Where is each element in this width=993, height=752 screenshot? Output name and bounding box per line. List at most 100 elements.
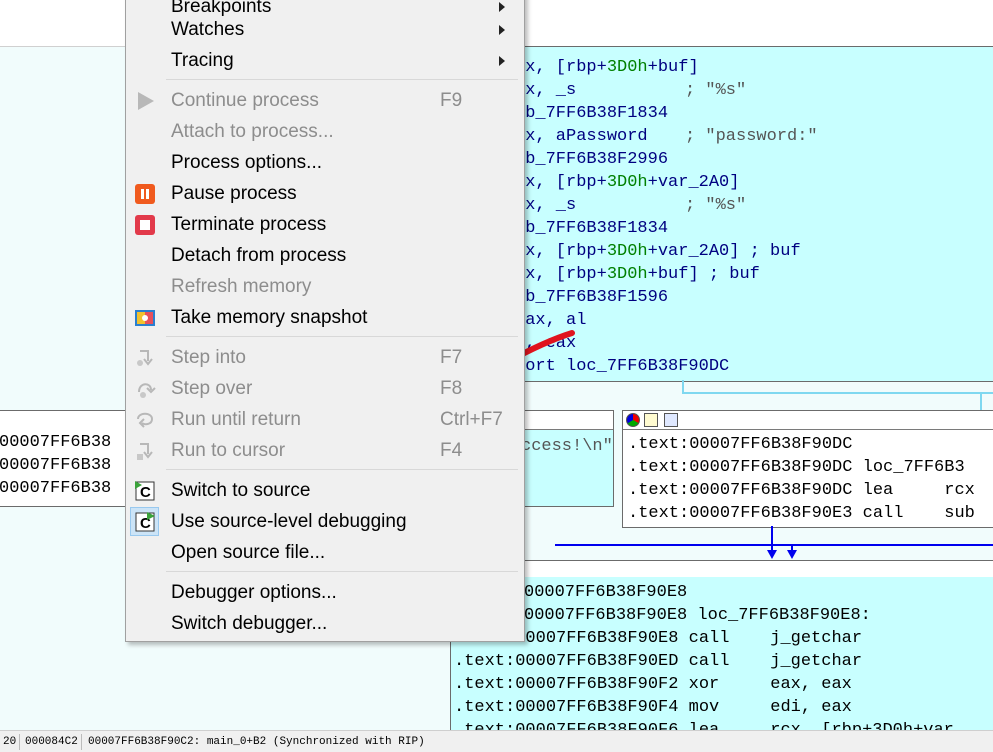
rename-icon[interactable] [644, 413, 658, 427]
graph-edge [555, 544, 993, 546]
menu-item-terminate-process[interactable]: Terminate process [126, 209, 524, 240]
menu-item-take-memory-snapshot[interactable]: Take memory snapshot [126, 302, 524, 333]
main-line: cx, [rbp+3D0h+buf] ; buf [515, 265, 760, 284]
right-line: .text:00007FF6B38F90DC lea rcx [628, 481, 975, 500]
main-line: ub_7FF6B38F1834 [515, 104, 669, 123]
color-icon[interactable] [626, 413, 640, 427]
right-line: .text:00007FF6B38F90DC [628, 435, 853, 454]
step-into-icon [137, 350, 153, 366]
menu-item-shortcut: F7 [440, 347, 463, 368]
menu-item-switch-debugger[interactable]: Switch debugger... [126, 608, 524, 639]
code-block-left[interactable]: 00007FF6B38 00007FF6B38 00007FF6B38 [0, 410, 130, 507]
menu-item-shortcut: F4 [440, 440, 463, 461]
left-line: 00007FF6B38 [0, 433, 112, 452]
submenu-arrow-icon [499, 56, 505, 66]
menu-item-switch-to-source[interactable]: C Switch to source [126, 475, 524, 506]
menu-item-label: Step into [171, 347, 246, 368]
debugger-menu: Breakpoints Watches Tracing Continue pro… [125, 0, 525, 642]
graph-edge [771, 526, 773, 550]
stop-icon [135, 215, 155, 235]
code-block-middle-text: ccess!\n" [521, 435, 613, 492]
snapshot-icon [135, 310, 155, 326]
menu-item-debugger-options[interactable]: Debugger options... [126, 577, 524, 608]
bottom-line: .text:00007FF6B38F90ED call j_getchar [454, 652, 863, 671]
code-block-bottom[interactable]: 00007FF6B38F90E8 00007FF6B38F90E8 loc_7F… [450, 577, 993, 730]
menu-item-continue-process[interactable]: Continue process F9 [126, 85, 524, 116]
main-line: ub_7FF6B38F1596 [515, 288, 669, 307]
menu-item-attach-to-process[interactable]: Attach to process... [126, 116, 524, 147]
right-line: .text:00007FF6B38F90DC loc_7FF6B3 [628, 458, 965, 477]
menu-item-label: Refresh memory [171, 276, 312, 297]
left-line: 00007FF6B38 [0, 479, 112, 498]
menu-item-shortcut: F9 [440, 90, 463, 111]
right-line: .text:00007FF6B38F90E3 call sub [628, 504, 975, 523]
menu-item-run-until-return[interactable]: Run until return Ctrl+F7 [126, 404, 524, 435]
edge-arrow [767, 550, 777, 559]
mid-line: ccess!\n" [521, 437, 613, 456]
status-address-text: 00007FF6B38F90C2: main_0+B2 [88, 736, 267, 748]
menu-item-label: Tracing [171, 50, 234, 71]
menu-item-watches[interactable]: Watches [126, 14, 524, 45]
menu-item-label: Open source file... [171, 542, 326, 563]
menu-item-label: Switch debugger... [171, 613, 328, 634]
menu-separator [166, 571, 518, 572]
menu-item-label: Use source-level debugging [171, 511, 407, 532]
menu-item-label: Detach from process [171, 245, 347, 266]
menu-item-label: Terminate process [171, 214, 327, 235]
menu-item-shortcut: F8 [440, 378, 463, 399]
node-header [450, 561, 993, 578]
left-line: 00007FF6B38 [0, 456, 112, 475]
menu-item-label: Run until return [171, 409, 301, 430]
code-block-right-text: .text:00007FF6B38F90DC .text:00007FF6B38… [628, 433, 975, 527]
code-block-right[interactable]: .text:00007FF6B38F90DC .text:00007FF6B38… [622, 410, 993, 528]
play-icon [138, 92, 154, 110]
menu-item-label: Process options... [171, 152, 323, 173]
menu-item-label: Run to cursor [171, 440, 286, 461]
menu-item-detach-from-process[interactable]: Detach from process [126, 240, 524, 271]
main-line: cx, aPassword; "password:" [515, 127, 818, 146]
graph-edge [682, 392, 993, 394]
bottom-line: .text:00007FF6B38F90F4 mov edi, eax [454, 698, 852, 717]
main-line: cx, _s; "%s" [515, 81, 747, 100]
menu-item-process-options[interactable]: Process options... [126, 147, 524, 178]
bottom-line: .text:00007FF6B38F90F6 lea rcx, [rbp+3D0… [454, 719, 954, 730]
menu-item-step-into[interactable]: Step into F7 [126, 342, 524, 373]
step-over-icon [138, 383, 156, 398]
main-line: cx, _s; "%s" [515, 196, 747, 215]
menu-separator [166, 469, 518, 470]
edge-arrow [787, 550, 797, 559]
menu-item-label: Step over [171, 378, 253, 399]
menu-item-pause-process[interactable]: Pause process [126, 178, 524, 209]
menu-item-step-over[interactable]: Step over F8 [126, 373, 524, 404]
node-header [623, 411, 993, 430]
menu-item-run-to-cursor[interactable]: Run to cursor F4 [126, 435, 524, 466]
menu-separator [166, 79, 518, 80]
main-line: dx, [rbp+3D0h+buf] [515, 58, 699, 77]
menu-item-label: Pause process [171, 183, 297, 204]
graph-edge [980, 392, 982, 410]
submenu-arrow-icon [499, 2, 505, 12]
menu-separator [166, 336, 518, 337]
menu-item-use-source-level-debugging[interactable]: C Use source-level debugging [126, 506, 524, 537]
submenu-arrow-icon [499, 25, 505, 35]
source-debug-icon: C [135, 512, 155, 532]
menu-item-tracing[interactable]: Tracing [126, 45, 524, 76]
menu-item-open-source-file[interactable]: Open source file... [126, 537, 524, 568]
status-cell-offset: 000084C2 [22, 734, 82, 750]
group-icon[interactable] [664, 413, 678, 427]
main-line: ub_7FF6B38F2996 [515, 150, 669, 169]
run-to-cursor-icon [137, 443, 153, 460]
main-line: ub_7FF6B38F1834 [515, 219, 669, 238]
menu-item-shortcut: Ctrl+F7 [440, 409, 503, 430]
main-line: dx, [rbp+3D0h+var_2A0] [515, 173, 740, 192]
svg-text:C: C [140, 484, 151, 501]
menu-item-refresh-memory[interactable]: Refresh memory [126, 271, 524, 302]
status-sync-text: (Synchronized with RIP) [272, 736, 425, 748]
switch-source-icon: C [135, 481, 155, 501]
menu-item-label: Watches [171, 19, 245, 40]
menu-item-label: Attach to process... [171, 121, 334, 142]
menu-item-label: Switch to source [171, 480, 311, 501]
code-block-left-text: 00007FF6B38 00007FF6B38 00007FF6B38 [0, 431, 111, 506]
code-block-main-text: dx, [rbp+3D0h+buf] cx, _s; "%s" ub_7FF6B… [501, 56, 993, 376]
bottom-line: .text:00007FF6B38F90F2 xor eax, eax [454, 675, 852, 694]
